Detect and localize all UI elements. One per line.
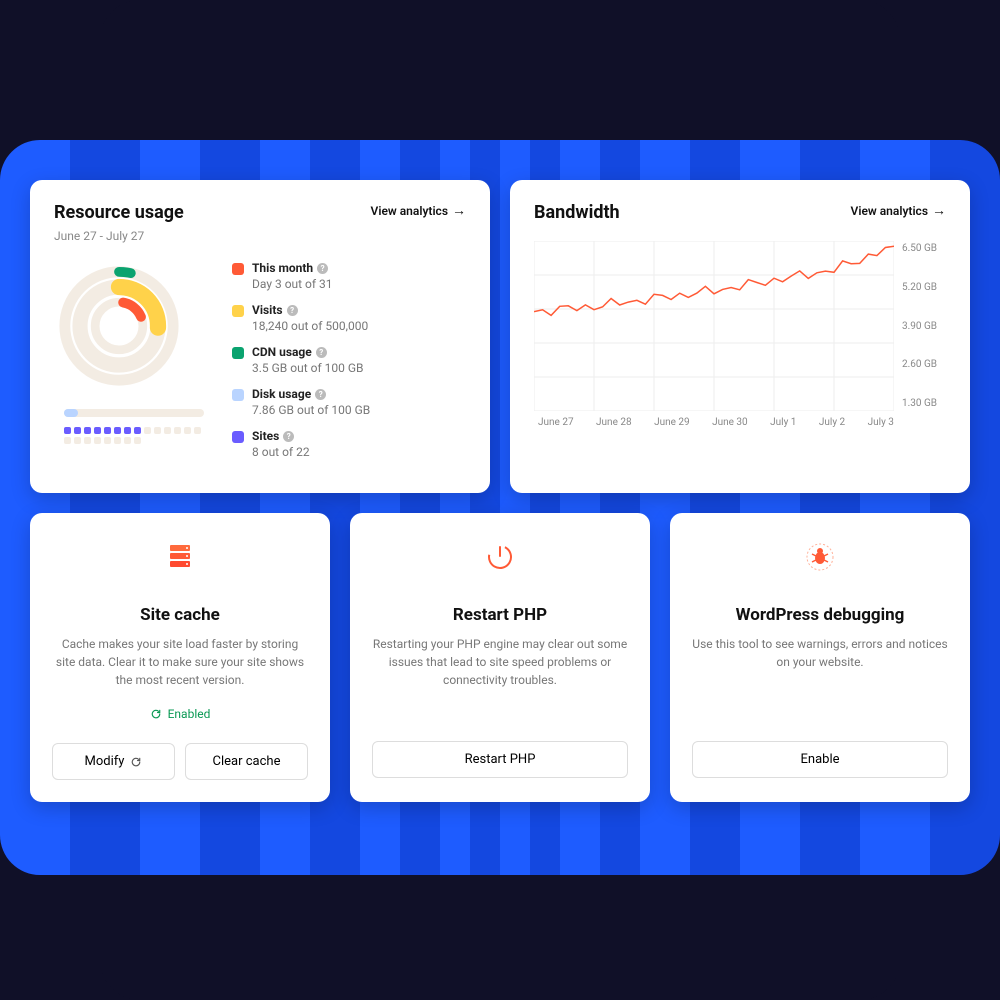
- resource-title: Resource usage: [54, 202, 184, 223]
- resource-legend: This month ? Day 3 out of 31 Visits ? 18,24…: [232, 261, 466, 471]
- legend-swatch: [232, 305, 244, 317]
- help-icon[interactable]: ?: [283, 431, 294, 442]
- cache-title: Site cache: [52, 605, 308, 625]
- legend-swatch: [232, 263, 244, 275]
- legend-label: Sites ?: [252, 429, 310, 443]
- debug-desc: Use this tool to see warnings, errors an…: [692, 635, 948, 689]
- help-icon[interactable]: ?: [316, 347, 327, 358]
- bandwidth-view-analytics-link[interactable]: View analytics →: [851, 202, 946, 219]
- wp-debug-card: WordPress debugging Use this tool to see…: [670, 513, 970, 802]
- power-icon: [484, 541, 516, 573]
- bandwidth-card: Bandwidth View analytics →: [510, 180, 970, 493]
- refresh-icon: [130, 756, 142, 768]
- php-title: Restart PHP: [372, 605, 628, 625]
- help-icon[interactable]: ?: [287, 305, 298, 316]
- resource-donut-chart: [54, 261, 184, 391]
- legend-item: Sites ? 8 out of 22: [232, 429, 466, 459]
- disk-usage-bar: [64, 409, 204, 417]
- legend-item: Disk usage ? 7.86 GB out of 100 GB: [232, 387, 466, 417]
- legend-label: CDN usage ?: [252, 345, 363, 359]
- legend-item: This month ? Day 3 out of 31: [232, 261, 466, 291]
- cache-status: Enabled: [150, 707, 211, 721]
- legend-value: 3.5 GB out of 100 GB: [252, 361, 363, 375]
- restart-php-button[interactable]: Restart PHP: [372, 741, 628, 778]
- resource-usage-card: Resource usage June 27 - July 27 View an…: [30, 180, 490, 493]
- bandwidth-title: Bandwidth: [534, 202, 620, 223]
- legend-label: Visits ?: [252, 303, 368, 317]
- legend-value: 7.86 GB out of 100 GB: [252, 403, 370, 417]
- bug-icon: [804, 541, 836, 573]
- restart-php-card: Restart PHP Restarting your PHP engine m…: [350, 513, 650, 802]
- help-icon[interactable]: ?: [317, 263, 328, 274]
- legend-value: 8 out of 22: [252, 445, 310, 459]
- resource-view-analytics-link[interactable]: View analytics →: [371, 202, 466, 219]
- legend-label: Disk usage ?: [252, 387, 370, 401]
- bandwidth-x-axis: June 27June 28June 29June 30July 1July 2…: [534, 417, 946, 428]
- php-desc: Restarting your PHP engine may clear out…: [372, 635, 628, 689]
- site-cache-card: Site cache Cache makes your site load fa…: [30, 513, 330, 802]
- legend-swatch: [232, 347, 244, 359]
- legend-label: This month ?: [252, 261, 333, 275]
- legend-swatch: [232, 431, 244, 443]
- bandwidth-line-chart: [534, 241, 894, 411]
- legend-item: Visits ? 18,240 out of 500,000: [232, 303, 466, 333]
- legend-swatch: [232, 389, 244, 401]
- help-icon[interactable]: ?: [315, 389, 326, 400]
- refresh-icon: [150, 708, 162, 720]
- sites-dot-grid: [64, 427, 204, 444]
- legend-value: Day 3 out of 31: [252, 277, 333, 291]
- arrow-right-icon: →: [452, 202, 466, 219]
- debug-title: WordPress debugging: [692, 605, 948, 625]
- resource-date-range: June 27 - July 27: [54, 229, 184, 243]
- bandwidth-y-axis: 6.50 GB5.20 GB3.90 GB2.60 GB1.30 GB: [894, 241, 946, 411]
- cache-icon: [164, 541, 196, 573]
- modify-cache-button[interactable]: Modify: [52, 743, 175, 780]
- legend-item: CDN usage ? 3.5 GB out of 100 GB: [232, 345, 466, 375]
- legend-value: 18,240 out of 500,000: [252, 319, 368, 333]
- arrow-right-icon: →: [932, 202, 946, 219]
- enable-debug-button[interactable]: Enable: [692, 741, 948, 778]
- clear-cache-button[interactable]: Clear cache: [185, 743, 308, 780]
- cache-desc: Cache makes your site load faster by sto…: [52, 635, 308, 689]
